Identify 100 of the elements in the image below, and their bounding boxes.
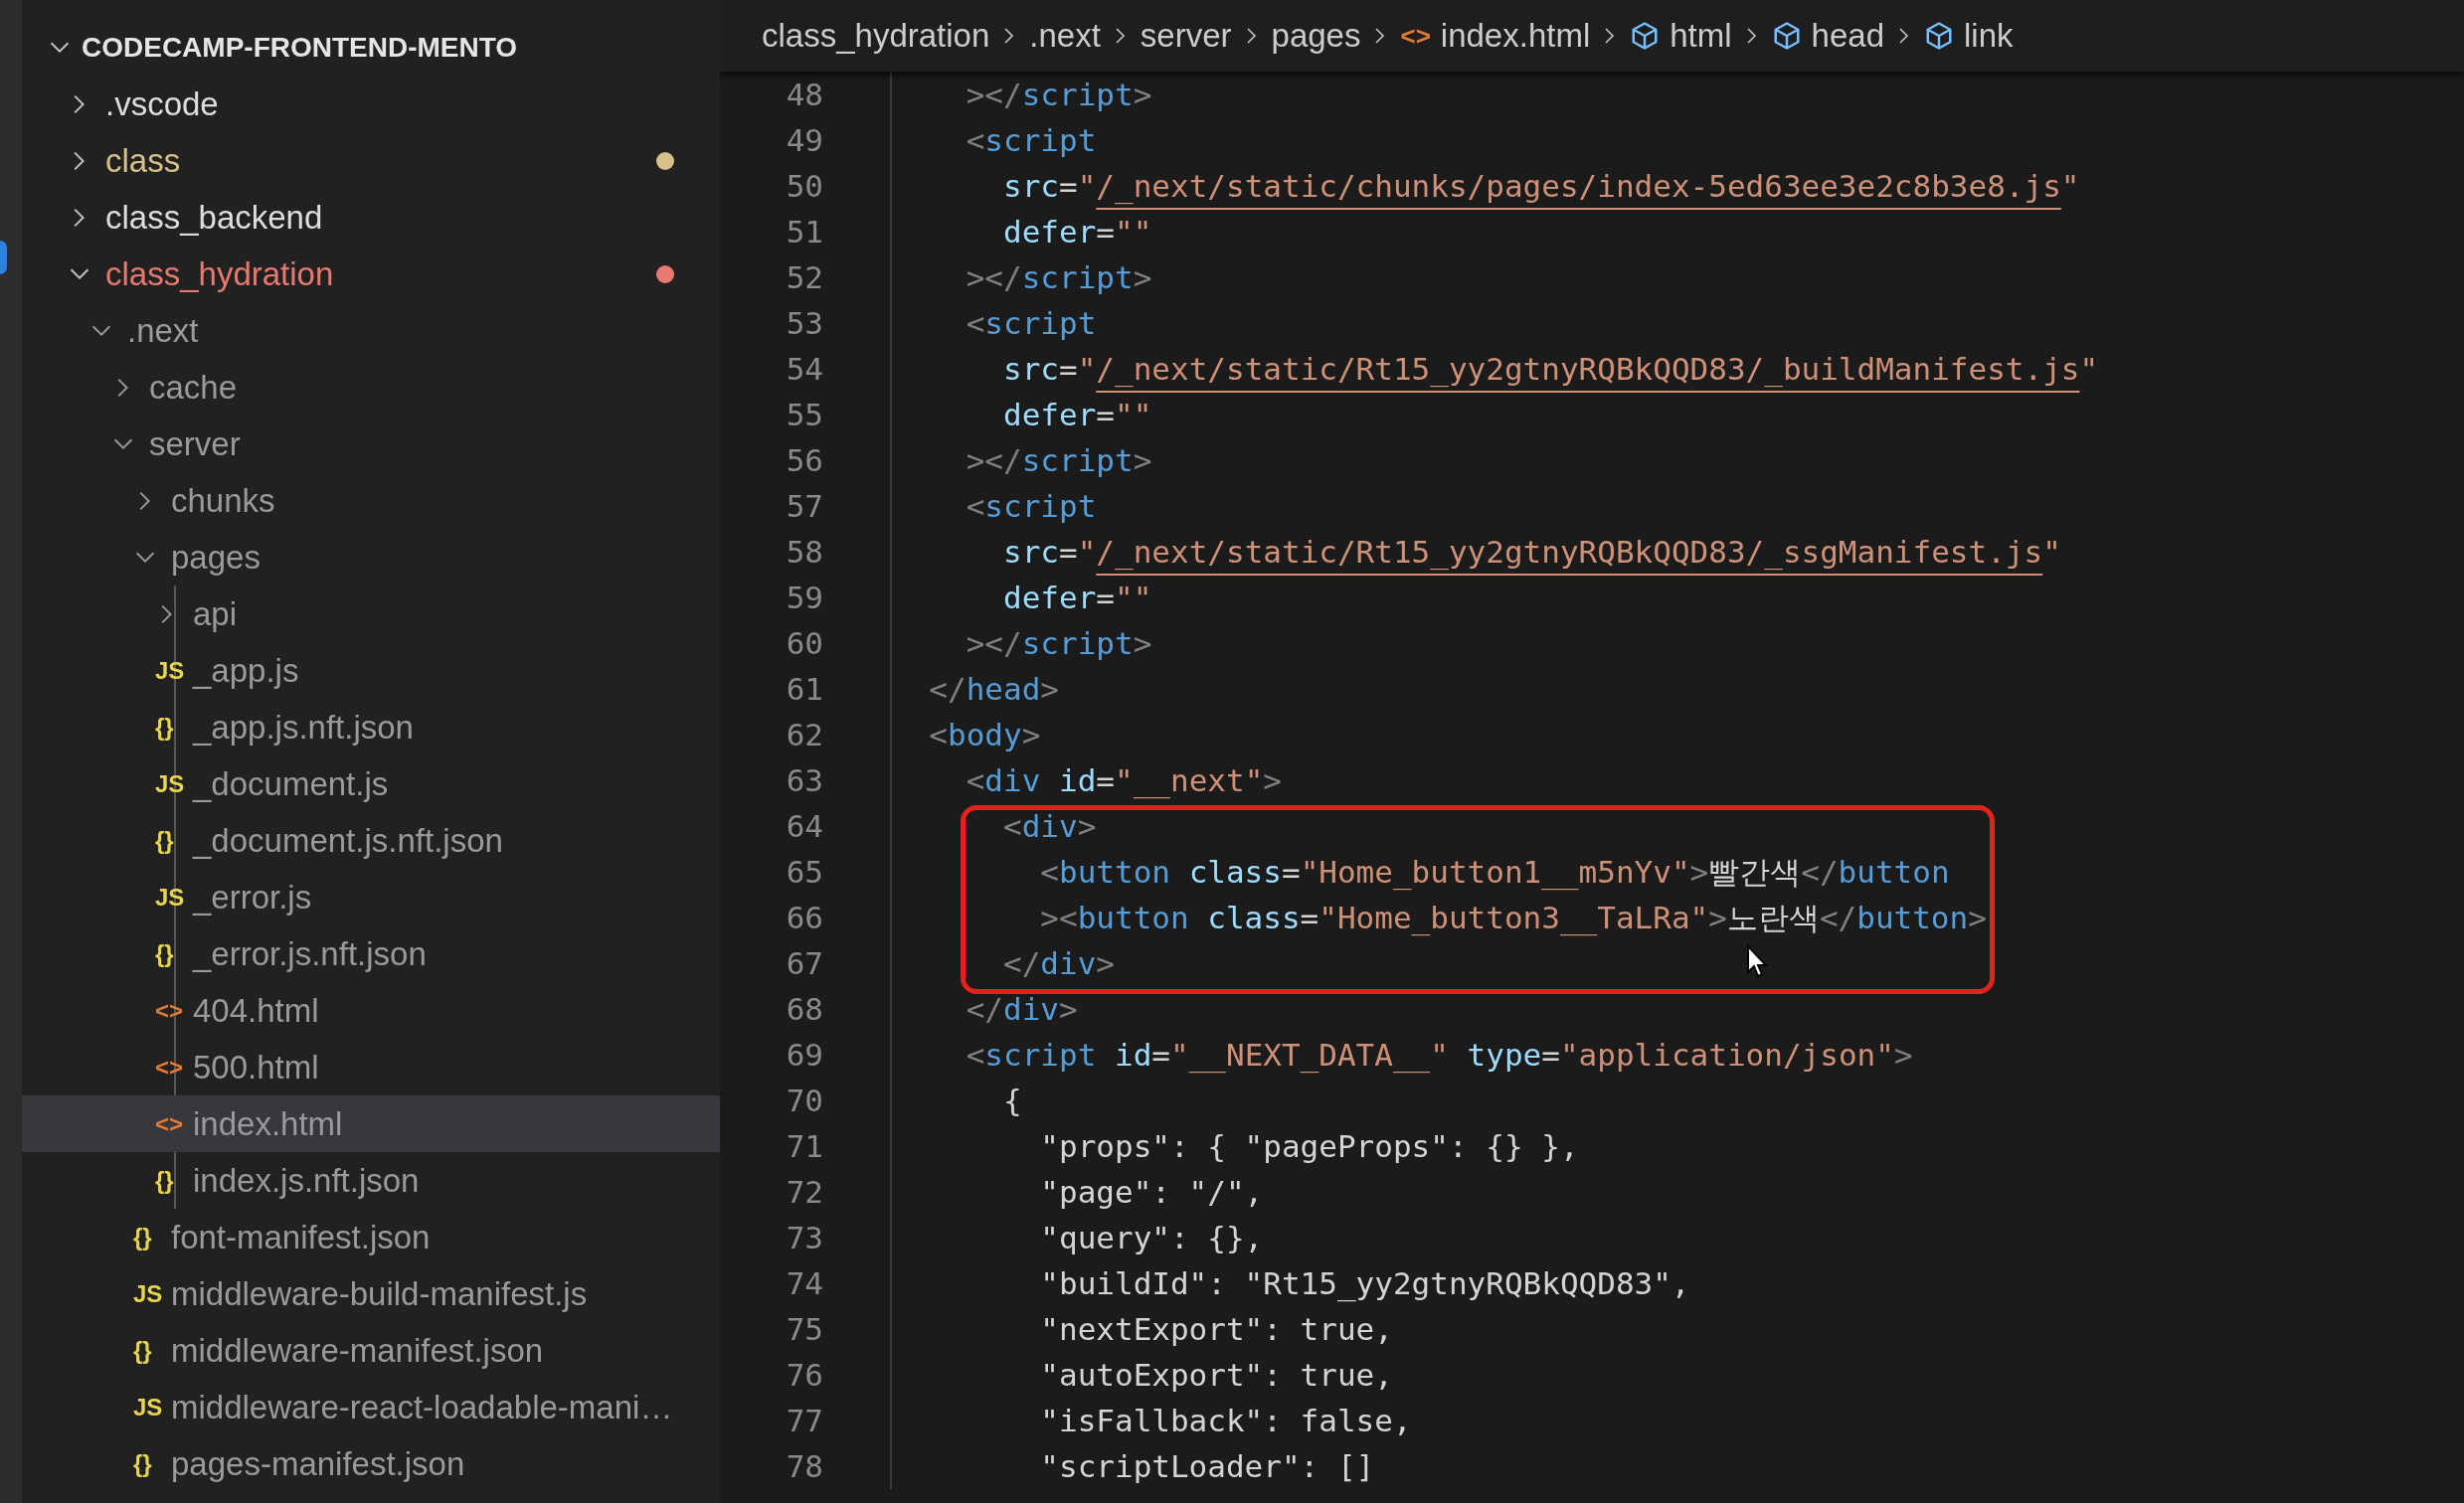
tree-item[interactable]: {} _app.js.nft.json bbox=[22, 699, 720, 755]
tree-item[interactable]: JS middleware-react-loadable-mani… bbox=[22, 1379, 720, 1435]
tree-item[interactable]: class_backend bbox=[22, 189, 720, 246]
file-type-icon: {} bbox=[155, 709, 183, 746]
code-line: src="/_next/static/chunks/pages/index-5ed63ee3e2c8b3e8.js" bbox=[1001, 167, 2080, 206]
code-line: <script id="__NEXT_DATA__" type="application/json"> bbox=[965, 1036, 1913, 1075]
file-type-icon: JS bbox=[155, 879, 183, 916]
tree-item[interactable]: {} _error.js.nft.json bbox=[22, 925, 720, 982]
file-type-icon: {} bbox=[155, 822, 183, 859]
line-number: 72 bbox=[785, 1172, 823, 1212]
line-number: 56 bbox=[785, 440, 823, 480]
code-line: <body> bbox=[928, 716, 1041, 754]
line-number: 62 bbox=[785, 715, 823, 754]
breadcrumb-item[interactable]: server bbox=[1140, 11, 1232, 61]
code-line: src="/_next/static/Rt15_yy2gtnyRQBkQQD83/_ssgManifest.js" bbox=[1001, 533, 2061, 572]
code-line: ></script> bbox=[965, 76, 1152, 114]
line-number: 74 bbox=[785, 1263, 823, 1303]
line-number: 77 bbox=[785, 1401, 823, 1440]
breadcrumb-item[interactable]: head bbox=[1771, 11, 1884, 61]
line-number: 76 bbox=[785, 1355, 823, 1395]
tree-item[interactable]: class bbox=[22, 132, 720, 189]
code-line: <button class="Home_button1__m5nYv">빨간색</button bbox=[1039, 853, 1950, 892]
tree-item[interactable]: JS _error.js bbox=[22, 869, 720, 925]
tree-item[interactable]: JS _document.js bbox=[22, 755, 720, 812]
line-number: 66 bbox=[785, 898, 823, 937]
code-line: <script bbox=[965, 121, 1097, 160]
code-line: defer="" bbox=[1001, 579, 1152, 617]
line-number: 54 bbox=[785, 349, 823, 389]
tree-item[interactable]: JS middleware-build-manifest.js bbox=[22, 1265, 720, 1322]
workspace-header[interactable]: CODECAMP-FRONTEND-MENTO bbox=[22, 19, 720, 76]
code-line: "scriptLoader": [] bbox=[1039, 1447, 1375, 1486]
line-number: 58 bbox=[785, 532, 823, 572]
breadcrumb-item[interactable]: link bbox=[1924, 11, 2014, 61]
line-number: 51 bbox=[785, 212, 823, 251]
code-line: "isFallback": false, bbox=[1039, 1402, 1412, 1440]
code-line: <script bbox=[965, 304, 1097, 343]
line-number: 75 bbox=[785, 1309, 823, 1349]
file-type-icon: JS bbox=[155, 765, 183, 802]
tree-item[interactable]: api bbox=[22, 585, 720, 642]
file-type-icon: <> bbox=[155, 992, 183, 1029]
tree-item[interactable]: pages bbox=[22, 529, 720, 585]
code-line: ></script> bbox=[965, 441, 1152, 480]
file-type-icon: {} bbox=[155, 935, 183, 972]
line-number: 49 bbox=[785, 120, 823, 160]
line-number: 69 bbox=[785, 1035, 823, 1075]
file-type-icon: {} bbox=[133, 1445, 161, 1482]
code-line: defer="" bbox=[1001, 213, 1152, 251]
tree-item[interactable]: {} index.js.nft.json bbox=[22, 1152, 720, 1209]
code-line: <script bbox=[965, 487, 1097, 526]
line-number: 61 bbox=[785, 669, 823, 709]
code-line: "buildId": "Rt15_yy2gtnyRQBkQQD83", bbox=[1039, 1264, 1690, 1303]
breadcrumb-item[interactable]: class_hydration bbox=[762, 11, 990, 61]
tree-item[interactable]: server bbox=[22, 416, 720, 472]
tree-item[interactable]: .vscode bbox=[22, 76, 720, 132]
line-number: 68 bbox=[785, 989, 823, 1029]
tree-item[interactable]: .next bbox=[22, 302, 720, 359]
tree-item[interactable]: <> 500.html bbox=[22, 1039, 720, 1095]
code-line: ></script> bbox=[965, 258, 1152, 297]
line-number: 50 bbox=[785, 166, 823, 206]
mouse-pointer-icon bbox=[1746, 944, 1768, 978]
tree-item[interactable]: {} _document.js.nft.json bbox=[22, 812, 720, 869]
line-number: 64 bbox=[785, 806, 823, 846]
tree-item[interactable]: cache bbox=[22, 359, 720, 416]
breadcrumb-item[interactable]: html bbox=[1630, 11, 1732, 61]
line-number: 71 bbox=[785, 1126, 823, 1166]
code-line: "props": { "pageProps": {} }, bbox=[1039, 1127, 1579, 1166]
breadcrumb-item[interactable]: .next bbox=[1029, 11, 1101, 61]
tree-item[interactable]: <> index.html bbox=[22, 1095, 720, 1152]
file-type-icon: JS bbox=[133, 1389, 161, 1425]
code-line: "page": "/", bbox=[1039, 1173, 1264, 1212]
tree-item[interactable]: {} pages-manifest.json bbox=[22, 1435, 720, 1492]
file-type-icon: <> bbox=[155, 1105, 183, 1142]
cube-icon bbox=[1630, 21, 1661, 51]
tree-item[interactable]: JS _app.js bbox=[22, 642, 720, 699]
line-number: 78 bbox=[785, 1446, 823, 1486]
code-line: </div> bbox=[965, 990, 1078, 1029]
line-number: 70 bbox=[785, 1081, 823, 1120]
line-number: 65 bbox=[785, 852, 823, 892]
file-type-icon: {} bbox=[133, 1332, 161, 1369]
code-line: </div> bbox=[1001, 944, 1115, 983]
file-type-icon: JS bbox=[155, 652, 183, 689]
file-type-icon: JS bbox=[133, 1275, 161, 1312]
tree-item[interactable]: {} font-manifest.json bbox=[22, 1209, 720, 1265]
file-type-icon: <> bbox=[155, 1049, 183, 1086]
breadcrumb-item[interactable]: <> index.html bbox=[1400, 11, 1591, 61]
code-line: "autoExport": true, bbox=[1039, 1356, 1393, 1395]
line-number: 59 bbox=[785, 578, 823, 617]
tree-item[interactable]: <> 404.html bbox=[22, 982, 720, 1039]
line-number: 53 bbox=[785, 303, 823, 343]
breadcrumb-item[interactable]: pages bbox=[1271, 11, 1361, 61]
file-type-icon: {} bbox=[133, 1219, 161, 1255]
code-line: ></script> bbox=[965, 624, 1152, 663]
file-type-icon: <> bbox=[1400, 16, 1431, 56]
tree-item[interactable]: {} middleware-manifest.json bbox=[22, 1322, 720, 1379]
tree-item[interactable]: class_hydration bbox=[22, 246, 720, 302]
code-line: "query": {}, bbox=[1039, 1219, 1264, 1257]
cube-icon bbox=[1924, 21, 1954, 51]
code-line: <div id="__next"> bbox=[965, 761, 1282, 800]
tree-item[interactable]: chunks bbox=[22, 472, 720, 529]
code-line: "nextExport": true, bbox=[1039, 1310, 1393, 1349]
